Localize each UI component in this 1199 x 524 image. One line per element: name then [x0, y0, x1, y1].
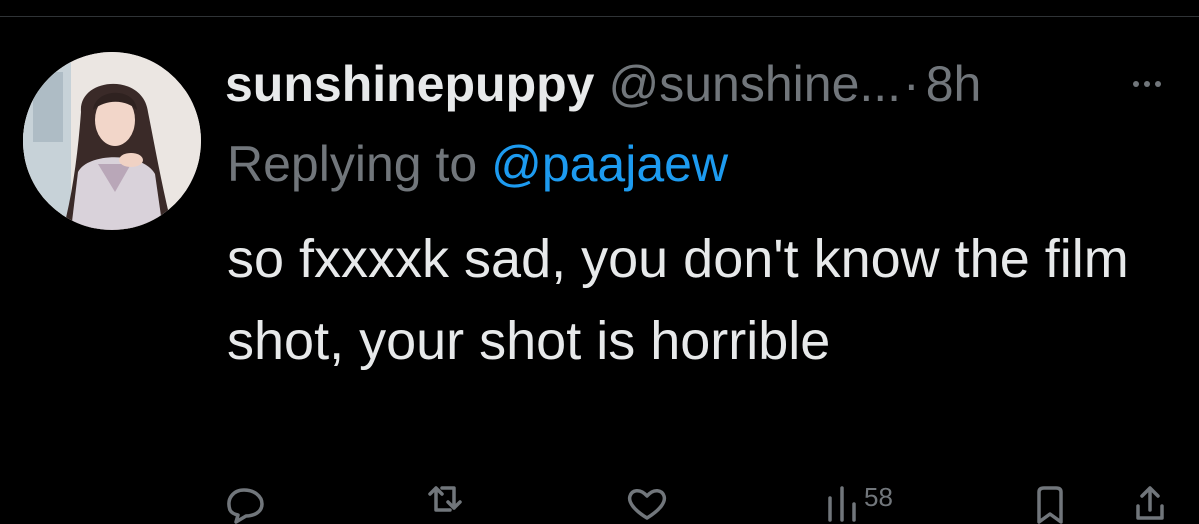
top-divider — [0, 16, 1199, 17]
tweet-text: so fxxxxk sad, you don't know the film s… — [227, 229, 1129, 371]
reply-button[interactable] — [222, 484, 266, 524]
tweet-timestamp[interactable]: 8h — [926, 52, 982, 116]
user-handle[interactable]: @sunshine... — [608, 52, 901, 116]
views-count: 58 — [864, 482, 893, 512]
avatar-image — [23, 52, 201, 230]
replying-to-label: Replying to — [227, 136, 478, 192]
replying-to-line: Replying to @paajaew — [227, 134, 728, 194]
views-bar-chart-icon — [828, 486, 856, 522]
more-horizontal-icon — [1133, 81, 1161, 87]
tweet-header: sunshinepuppy @sunshine... · 8h — [225, 52, 1125, 116]
share-button[interactable] — [1130, 484, 1170, 524]
heart-icon — [627, 489, 667, 520]
views-button[interactable]: 58 — [822, 484, 893, 524]
tweet-actions-bar: 58 — [222, 484, 1172, 524]
share-icon — [1136, 486, 1164, 520]
comment-icon — [227, 488, 264, 524]
retweet-icon — [428, 486, 462, 512]
bookmark-button[interactable] — [1030, 484, 1070, 524]
avatar[interactable] — [23, 52, 201, 230]
display-name[interactable]: sunshinepuppy — [225, 52, 594, 116]
like-button[interactable] — [624, 484, 670, 524]
separator-dot: · — [903, 56, 920, 112]
retweet-button[interactable] — [422, 484, 468, 524]
more-options-button[interactable] — [1124, 64, 1170, 104]
bookmark-icon — [1037, 486, 1063, 524]
reply-mention-link[interactable]: @paajaew — [491, 136, 728, 192]
